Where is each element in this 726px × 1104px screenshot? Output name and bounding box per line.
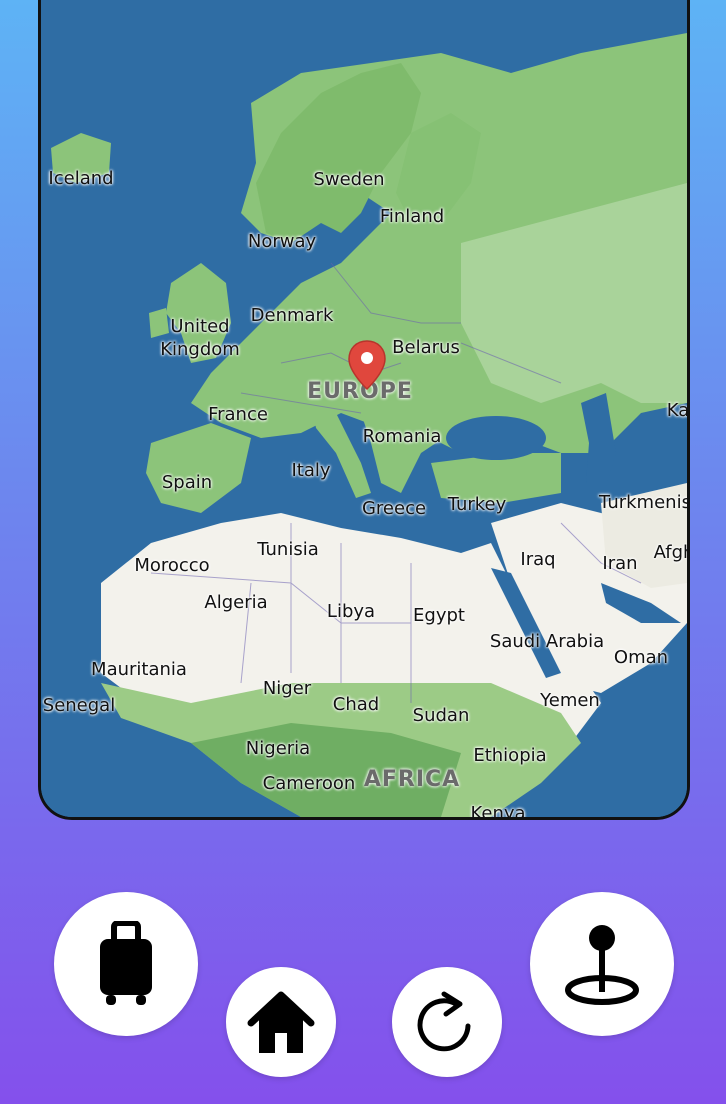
home-icon	[243, 989, 319, 1055]
location-button[interactable]	[530, 892, 674, 1036]
map-pin-icon[interactable]	[347, 339, 387, 391]
label-afghanistan: Afgh	[653, 542, 687, 563]
map-view[interactable]: Iceland Sweden Finland Norway Denmark Un…	[38, 0, 690, 820]
region-africa: AFRICA	[363, 767, 461, 792]
label-tunisia: Tunisia	[257, 539, 319, 560]
label-greece: Greece	[361, 498, 427, 519]
label-italy: Italy	[291, 460, 331, 481]
label-romania: Romania	[362, 426, 442, 447]
label-turkey: Turkey	[447, 494, 507, 515]
label-iran: Iran	[602, 553, 638, 574]
label-algeria: Algeria	[204, 592, 268, 613]
label-finland: Finland	[379, 206, 445, 227]
label-united-kingdom-line2: Kingdom	[160, 339, 240, 360]
label-denmark: Denmark	[250, 305, 334, 326]
label-oman: Oman	[613, 647, 669, 668]
label-saudi-arabia: Saudi Arabia	[489, 631, 605, 652]
refresh-button[interactable]	[392, 967, 502, 1077]
label-kenya: Kenya	[470, 803, 526, 820]
home-button[interactable]	[226, 967, 336, 1077]
luggage-icon	[96, 921, 156, 1007]
label-cameroon: Cameroon	[262, 773, 356, 794]
label-ethiopia: Ethiopia	[473, 745, 547, 766]
label-turkmenistan: Turkmenis	[599, 492, 690, 513]
label-sudan: Sudan	[412, 705, 470, 726]
location-pin-icon	[562, 922, 642, 1006]
label-spain: Spain	[161, 472, 213, 493]
label-iceland: Iceland	[48, 168, 114, 189]
label-egypt: Egypt	[413, 605, 465, 626]
label-france: France	[208, 404, 268, 425]
luggage-button[interactable]	[54, 892, 198, 1036]
label-niger: Niger	[262, 678, 312, 699]
label-united-kingdom-line1: United	[170, 316, 230, 337]
label-morocco: Morocco	[134, 555, 210, 576]
label-libya: Libya	[326, 601, 376, 622]
label-belarus: Belarus	[392, 337, 460, 358]
label-nigeria: Nigeria	[245, 738, 311, 759]
label-ka: Ka	[666, 400, 690, 421]
refresh-icon	[416, 990, 478, 1054]
label-chad: Chad	[332, 694, 380, 715]
label-iraq: Iraq	[520, 549, 556, 570]
label-norway: Norway	[247, 231, 317, 252]
label-mauritania: Mauritania	[91, 659, 187, 680]
label-yemen: Yemen	[540, 690, 600, 711]
label-senegal: Senegal	[42, 695, 116, 716]
label-sweden: Sweden	[313, 169, 385, 190]
